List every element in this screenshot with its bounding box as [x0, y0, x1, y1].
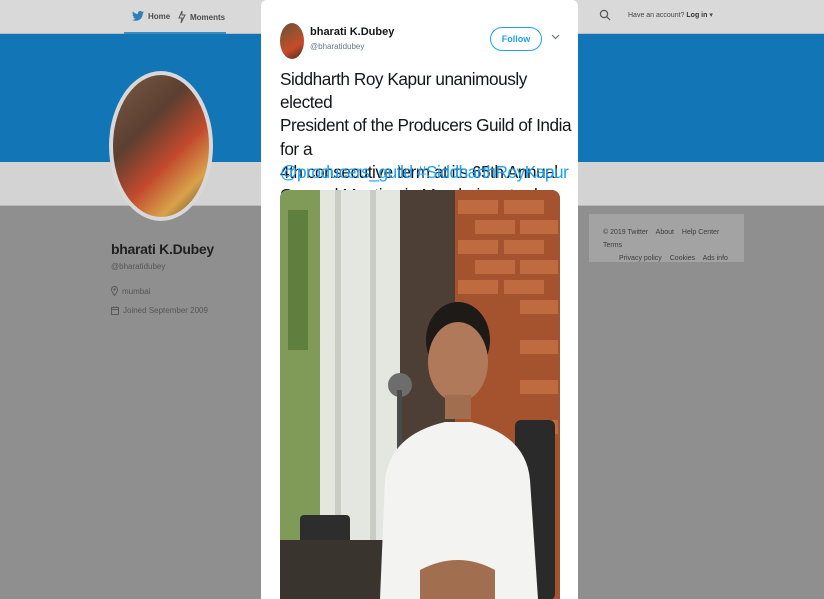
tweet-photo-image: [280, 190, 560, 599]
login-link[interactable]: Log in: [686, 12, 707, 19]
profile-location-text: mumbai: [122, 286, 151, 296]
twitter-bird-icon: [132, 11, 144, 21]
tweet-text: Siddharth Roy Kapur unanimously elected …: [280, 68, 572, 207]
tweet-text-line: President of the Producers Guild of Indi…: [280, 115, 572, 159]
account-prompt-text: Have an account?: [628, 12, 685, 19]
chevron-down-icon[interactable]: [551, 34, 560, 40]
profile-location: mumbai: [111, 286, 150, 296]
footer-link-help[interactable]: Help Center: [682, 229, 719, 236]
footer-link-privacy[interactable]: Privacy policy: [619, 255, 662, 262]
footer-link-terms[interactable]: Terms: [603, 242, 622, 249]
footer-links: © 2019 Twitter About Help Center Terms P…: [589, 214, 744, 262]
tweet-hashtag-link[interactable]: #SiddharthRoyKapur: [417, 162, 569, 182]
nav-moments[interactable]: Moments: [178, 0, 225, 34]
tweet-mention-link[interactable]: @producers_guild: [280, 162, 413, 182]
footer-link-ads[interactable]: Ads info: [703, 255, 728, 262]
profile-name: bharati K.Dubey: [111, 241, 214, 257]
tweet-text-line: Siddharth Roy Kapur unanimously elected: [280, 69, 527, 113]
footer-link-about[interactable]: About: [656, 229, 674, 236]
footer-copyright: © 2019 Twitter: [603, 229, 649, 236]
search-icon[interactable]: [599, 9, 611, 21]
tweet-author-handle[interactable]: @bharatidubey: [310, 42, 364, 51]
location-pin-icon: [111, 286, 118, 296]
tweet-author-name[interactable]: bharati K.Dubey: [310, 26, 394, 38]
tweet-modal: bharati K.Dubey @bharatidubey Follow Sid…: [261, 0, 578, 599]
nav-home-label: Home: [148, 11, 171, 21]
footer-link-cookies[interactable]: Cookies: [670, 255, 695, 262]
calendar-icon: [111, 306, 119, 315]
nav-moments-label: Moments: [190, 12, 226, 22]
tweet-author-avatar[interactable]: [280, 23, 304, 59]
profile-joined-text: Joined September 2009: [123, 306, 208, 315]
profile-avatar-photo: [113, 75, 209, 217]
moments-icon: [178, 11, 186, 23]
follow-button[interactable]: Follow: [490, 27, 542, 51]
tweet-photo[interactable]: [280, 190, 560, 599]
profile-handle: @bharatidubey: [111, 262, 166, 271]
profile-joined: Joined September 2009: [111, 306, 208, 315]
tweet-links: @producers_guild #SiddharthRoyKapur: [280, 161, 572, 184]
profile-avatar[interactable]: [109, 71, 213, 221]
chevron-down-icon: ▾: [707, 12, 713, 19]
search-box[interactable]: [575, 6, 619, 26]
account-prompt: Have an account? Log in ▾: [628, 11, 713, 19]
